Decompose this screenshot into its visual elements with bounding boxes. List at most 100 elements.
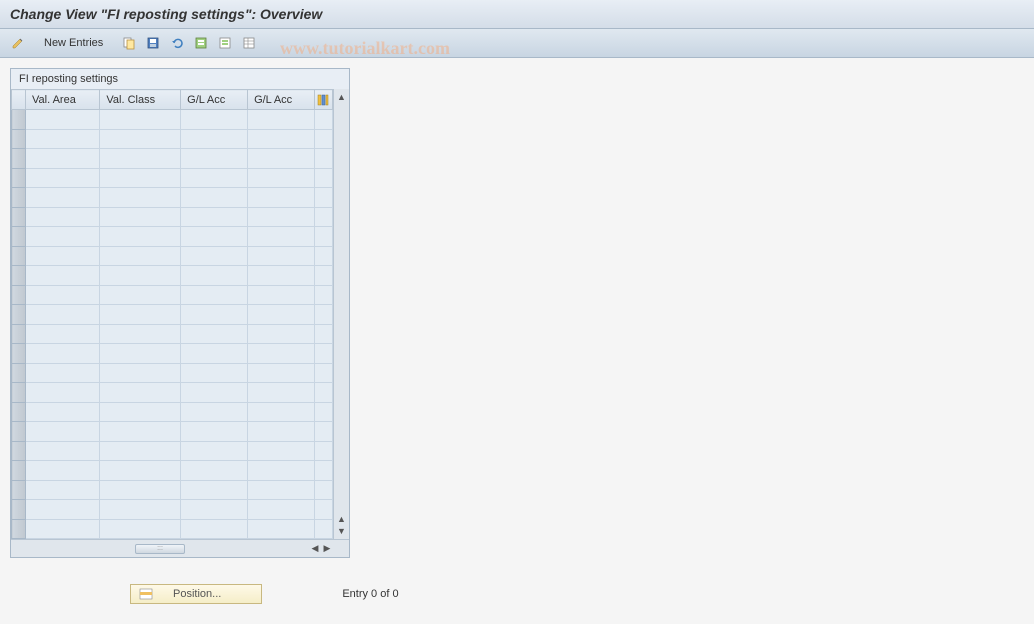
- table-cell[interactable]: [100, 110, 181, 130]
- table-cell[interactable]: [100, 305, 181, 325]
- table-cell[interactable]: [26, 246, 100, 266]
- table-cell[interactable]: [100, 363, 181, 383]
- table-cell[interactable]: [315, 168, 333, 188]
- table-cell[interactable]: [181, 168, 248, 188]
- table-cell[interactable]: [100, 168, 181, 188]
- row-selector[interactable]: [12, 461, 26, 481]
- table-cell[interactable]: [181, 246, 248, 266]
- table-cell[interactable]: [248, 402, 315, 422]
- table-cell[interactable]: [248, 480, 315, 500]
- table-cell[interactable]: [248, 363, 315, 383]
- table-cell[interactable]: [100, 324, 181, 344]
- table-cell[interactable]: [181, 110, 248, 130]
- table-cell[interactable]: [100, 227, 181, 247]
- table-cell[interactable]: [181, 305, 248, 325]
- save-icon[interactable]: [143, 33, 163, 53]
- table-cell[interactable]: [100, 344, 181, 364]
- table-cell[interactable]: [181, 402, 248, 422]
- pencil-icon[interactable]: [8, 33, 28, 53]
- table-cell[interactable]: [315, 383, 333, 403]
- table-cell[interactable]: [248, 422, 315, 442]
- table-cell[interactable]: [100, 149, 181, 169]
- table-cell[interactable]: [181, 129, 248, 149]
- row-selector[interactable]: [12, 110, 26, 130]
- table-cell[interactable]: [315, 305, 333, 325]
- table-cell[interactable]: [181, 344, 248, 364]
- table-cell[interactable]: [248, 344, 315, 364]
- deselect-icon[interactable]: [215, 33, 235, 53]
- table-cell[interactable]: [26, 110, 100, 130]
- table-cell[interactable]: [248, 168, 315, 188]
- table-cell[interactable]: [100, 266, 181, 286]
- table-cell[interactable]: [315, 285, 333, 305]
- table-cell[interactable]: [26, 441, 100, 461]
- table-cell[interactable]: [26, 168, 100, 188]
- table-cell[interactable]: [26, 519, 100, 539]
- table-cell[interactable]: [315, 363, 333, 383]
- table-cell[interactable]: [315, 129, 333, 149]
- table-cell[interactable]: [248, 500, 315, 520]
- row-selector[interactable]: [12, 402, 26, 422]
- scroll-up-icon[interactable]: ▲: [336, 91, 348, 103]
- table-settings-icon[interactable]: [239, 33, 259, 53]
- table-cell[interactable]: [315, 149, 333, 169]
- table-cell[interactable]: [315, 422, 333, 442]
- table-cell[interactable]: [181, 188, 248, 208]
- table-cell[interactable]: [315, 246, 333, 266]
- table-cell[interactable]: [181, 500, 248, 520]
- table-cell[interactable]: [248, 129, 315, 149]
- position-button[interactable]: Position...: [130, 584, 262, 604]
- table-cell[interactable]: [181, 324, 248, 344]
- row-selector[interactable]: [12, 266, 26, 286]
- table-cell[interactable]: [315, 500, 333, 520]
- table-cell[interactable]: [26, 383, 100, 403]
- table-cell[interactable]: [248, 461, 315, 481]
- column-header-gl-acc-1[interactable]: G/L Acc: [181, 90, 248, 110]
- table-cell[interactable]: [181, 363, 248, 383]
- table-cell[interactable]: [100, 129, 181, 149]
- table-cell[interactable]: [100, 246, 181, 266]
- table-cell[interactable]: [26, 305, 100, 325]
- row-selector[interactable]: [12, 519, 26, 539]
- table-cell[interactable]: [26, 461, 100, 481]
- table-cell[interactable]: [26, 266, 100, 286]
- table-cell[interactable]: [100, 285, 181, 305]
- vertical-scrollbar[interactable]: ▲ ▲ ▼: [333, 89, 349, 539]
- copy-icon[interactable]: [119, 33, 139, 53]
- table-cell[interactable]: [26, 285, 100, 305]
- row-selector[interactable]: [12, 285, 26, 305]
- scroll-right-icon[interactable]: ▶: [321, 543, 333, 555]
- row-selector[interactable]: [12, 363, 26, 383]
- row-selector[interactable]: [12, 500, 26, 520]
- table-cell[interactable]: [181, 383, 248, 403]
- row-selector[interactable]: [12, 305, 26, 325]
- horizontal-scrollbar[interactable]: ::: ◀ ▶: [11, 539, 349, 557]
- table-cell[interactable]: [248, 383, 315, 403]
- table-cell[interactable]: [181, 519, 248, 539]
- table-cell[interactable]: [181, 149, 248, 169]
- column-header-val-area[interactable]: Val. Area: [26, 90, 100, 110]
- table-cell[interactable]: [315, 461, 333, 481]
- select-all-icon[interactable]: [191, 33, 211, 53]
- table-cell[interactable]: [26, 363, 100, 383]
- table-cell[interactable]: [100, 480, 181, 500]
- table-cell[interactable]: [100, 461, 181, 481]
- column-header-val-class[interactable]: Val. Class: [100, 90, 181, 110]
- undo-icon[interactable]: [167, 33, 187, 53]
- row-selector[interactable]: [12, 383, 26, 403]
- row-selector[interactable]: [12, 149, 26, 169]
- table-cell[interactable]: [248, 305, 315, 325]
- table-cell[interactable]: [26, 500, 100, 520]
- table-cell[interactable]: [26, 402, 100, 422]
- table-cell[interactable]: [181, 441, 248, 461]
- table-cell[interactable]: [248, 519, 315, 539]
- table-cell[interactable]: [100, 441, 181, 461]
- table-cell[interactable]: [181, 461, 248, 481]
- table-cell[interactable]: [181, 285, 248, 305]
- table-cell[interactable]: [315, 207, 333, 227]
- table-cell[interactable]: [315, 227, 333, 247]
- table-cell[interactable]: [26, 422, 100, 442]
- table-cell[interactable]: [315, 402, 333, 422]
- row-selector[interactable]: [12, 227, 26, 247]
- table-cell[interactable]: [248, 110, 315, 130]
